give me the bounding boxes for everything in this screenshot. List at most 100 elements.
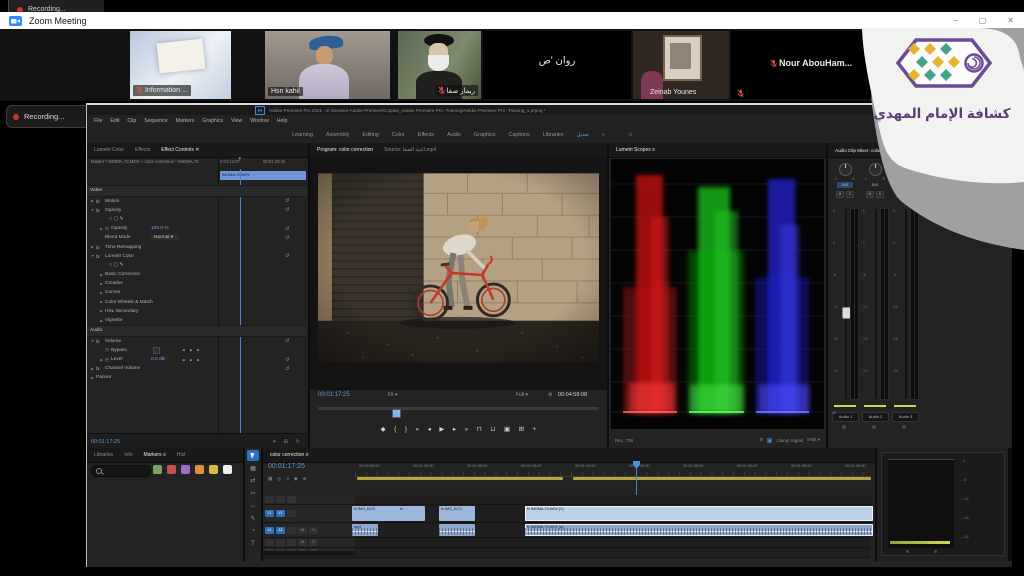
tab-sequence[interactable]: color correction ≡ (270, 452, 309, 458)
track-lock-icon[interactable] (287, 510, 296, 517)
work-area-bar[interactable] (357, 477, 563, 480)
source-patch[interactable] (265, 496, 274, 503)
menu-file[interactable]: File (94, 118, 102, 124)
transport-button[interactable]: ▶ (439, 425, 444, 433)
timeline-toolbar-icon[interactable]: ▦ (268, 476, 272, 482)
tab-markers[interactable]: Markers ≡ (144, 452, 166, 458)
audio-clip[interactable] (439, 524, 475, 536)
timeline-toolbar-icon[interactable]: ≡ (286, 476, 289, 482)
menu-markers[interactable]: Markers (176, 118, 195, 124)
tool-button[interactable]: ◔ (251, 527, 255, 536)
menu-edit[interactable]: Edit (110, 118, 119, 124)
track-lane-a2[interactable] (355, 538, 871, 548)
menu-graphics[interactable]: Graphics (202, 118, 223, 124)
track-toggle[interactable] (276, 539, 285, 546)
video-clip[interactable]: fx IMG_6170 (352, 506, 387, 521)
transport-button[interactable]: » (465, 426, 469, 433)
effect-row[interactable]: ▶fxMotion↺ (87, 197, 306, 206)
audio-clip[interactable]: mp3 (352, 524, 378, 536)
mute-button[interactable]: M (298, 527, 307, 534)
solo-button[interactable]: S (309, 539, 318, 546)
program-zoom-select[interactable]: Fit ▾ (388, 392, 397, 398)
track-lock-icon[interactable] (287, 496, 296, 503)
reset-icon[interactable]: ↺ (285, 207, 290, 213)
transport-button[interactable]: ⊔ (490, 425, 495, 433)
marker-color-swatch[interactable] (153, 465, 162, 474)
mask-shape-icons[interactable]: ○ ▢ ✎ (87, 261, 306, 270)
tool-button[interactable]: ⇄ (250, 477, 255, 486)
twirl-icon[interactable]: ▶ (98, 273, 105, 277)
marker-color-swatch[interactable] (209, 465, 218, 474)
search-input[interactable] (91, 465, 151, 477)
transport-button[interactable]: ◆ (381, 425, 386, 433)
effect-row[interactable]: ▶fxChannel Volume↺ (87, 364, 306, 373)
track-output-button[interactable]: Audio 3 (892, 412, 919, 422)
twirl-icon[interactable]: ▼ (89, 208, 96, 212)
keyframe-nav-icons[interactable]: ◀ ◆ ▶ (182, 348, 202, 352)
pan-knob[interactable] (899, 163, 912, 176)
workspace-tab-graphics[interactable]: Graphics (474, 132, 496, 138)
pan-value[interactable]: 0.0 (867, 182, 883, 188)
workspace-tab-libraries[interactable]: Libraries (543, 132, 564, 138)
source-patch[interactable] (265, 539, 274, 546)
solo-button[interactable]: S (876, 191, 884, 198)
menu-clip[interactable]: Clip (127, 118, 136, 124)
tool-button[interactable]: ✎ (250, 515, 255, 524)
timeline-ruler[interactable]: 00:00:55:0000:01:00:0000:01:05:0000:01:1… (355, 461, 871, 477)
menu-window[interactable]: Window (250, 118, 268, 124)
effect-row[interactable]: ▶Curves (87, 288, 306, 297)
effect-row[interactable]: ▼fxVolume↺ (87, 337, 306, 346)
transport-button[interactable]: + (533, 426, 537, 433)
twirl-icon[interactable]: ▶ (98, 227, 105, 231)
tab-lumetri-scopes[interactable]: Lumetri Scopes ≡ (616, 147, 655, 153)
ecp-clip-bar[interactable]: IMGMA.72.MOV (220, 171, 306, 180)
effect-row[interactable]: ▼fxLumetri Color↺ (87, 252, 306, 261)
video-clip[interactable]: fx IMGMA.72.MOV [V] (525, 506, 873, 521)
workspace-overflow-icon[interactable]: » (602, 132, 605, 138)
track-output-button[interactable]: Audio 2 (862, 412, 889, 422)
source-patch[interactable]: A1 (265, 527, 274, 534)
transport-button[interactable]: « (416, 426, 420, 433)
timeline-toolbar-icon[interactable]: ◎ (277, 476, 281, 482)
track-toggle[interactable]: A1 (276, 527, 285, 534)
marker-color-swatch[interactable] (223, 465, 232, 474)
tab-effect-controls[interactable]: Effect Controls ✕ (161, 147, 199, 153)
workspace-tab-active[interactable]: تعديل (576, 132, 589, 138)
ecp-playhead-marker[interactable]: ▼ (238, 156, 242, 161)
timeline-toolbar-icon[interactable]: ◆ (294, 476, 298, 482)
twirl-icon[interactable]: ▶ (98, 291, 105, 295)
workspace-tab-captions[interactable]: Captions (509, 132, 530, 138)
effect-row[interactable]: ▶fxTime Remapping (87, 242, 306, 251)
pan-value[interactable]: 0.0 (837, 182, 853, 188)
bit-depth-select[interactable]: 8-Bit ▾ (807, 437, 820, 443)
twirl-icon[interactable]: ▶ (98, 319, 105, 323)
video-clip[interactable]: fx IMG_6171 (439, 506, 475, 521)
transport-button[interactable]: ⊓ (477, 425, 482, 433)
tab-info[interactable]: Info (124, 452, 132, 458)
ecp-footer-icons[interactable]: ▾⊞↻ (273, 439, 300, 445)
tab-libraries[interactable]: Libraries (94, 452, 113, 458)
reset-icon[interactable]: ↺ (285, 366, 290, 372)
audio-clip[interactable]: fx IMGMA.72.MOV [A] (525, 524, 873, 536)
reset-icon[interactable]: ↺ (285, 198, 290, 204)
solo-button[interactable]: S (309, 527, 318, 534)
effect-row[interactable]: ▶◷Opacity100.0 %↺ (87, 224, 306, 233)
maximize-icon[interactable]: ▢ (979, 16, 987, 25)
mute-button[interactable]: M (298, 539, 307, 546)
twirl-icon[interactable]: ▶ (89, 367, 96, 371)
solo-button[interactable]: S (846, 191, 854, 198)
transport-button[interactable]: } (405, 426, 407, 433)
twirl-icon[interactable]: ▶ (98, 358, 105, 362)
effect-row[interactable]: ▶Color Wheels & Match (87, 298, 306, 307)
effect-row[interactable]: ▶Basic Correction (87, 270, 306, 279)
effect-value[interactable]: 100.0 % (151, 226, 169, 231)
bypass-checkbox[interactable] (153, 347, 160, 354)
twirl-icon[interactable]: ▶ (89, 245, 96, 249)
twirl-icon[interactable]: ▶ (98, 309, 105, 313)
marker-color-swatch[interactable] (167, 465, 176, 474)
effect-row[interactable]: ▶HSL Secondary (87, 307, 306, 316)
effect-row[interactable]: ▼fxOpacity↺ (87, 206, 306, 215)
transport-button[interactable]: ◂ (428, 425, 431, 433)
solo-button[interactable]: S (906, 191, 914, 198)
menu-help[interactable]: Help (277, 118, 288, 124)
